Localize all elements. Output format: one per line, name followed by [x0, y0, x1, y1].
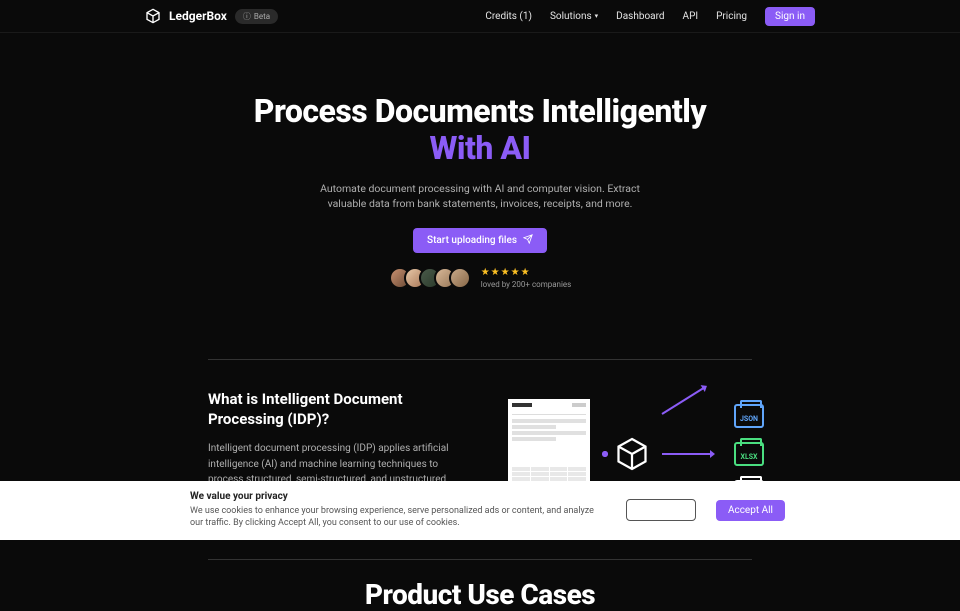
cube-icon	[614, 436, 650, 472]
cookie-reject-button[interactable]	[626, 499, 696, 521]
json-file-icon: JSON	[734, 404, 764, 428]
cookie-title: We value your privacy	[190, 491, 606, 502]
beta-badge: ⓘ Beta	[235, 9, 278, 24]
nav-solutions-label: Solutions	[550, 11, 592, 22]
cube-logo-icon	[145, 8, 161, 24]
nav-credits[interactable]: Credits (1)	[485, 11, 532, 22]
nav-pricing[interactable]: Pricing	[716, 11, 747, 22]
loved-by-text: loved by 200+ companies	[481, 280, 572, 289]
cta-label: Start uploading files	[427, 235, 517, 246]
send-icon	[523, 234, 533, 247]
xlsx-file-icon: XLSX	[734, 442, 764, 466]
rating-wrap: ★★★★★ loved by 200+ companies	[481, 267, 572, 289]
signin-button[interactable]: Sign in	[765, 7, 815, 26]
hero-subtitle: Automate document processing with AI and…	[300, 181, 660, 213]
nav-solutions[interactable]: Solutions ▾	[550, 11, 598, 22]
hero-section: Process Documents Intelligently With AI …	[0, 33, 960, 319]
beta-label: Beta	[254, 12, 270, 21]
hero-title-line1: Process Documents Intelligently	[254, 92, 707, 130]
avatar	[449, 267, 471, 289]
nav-right: Credits (1) Solutions ▾ Dashboard API Pr…	[485, 7, 815, 26]
brand-name: LedgerBox	[169, 9, 227, 23]
avatar-stack	[389, 267, 471, 289]
nav-left: LedgerBox ⓘ Beta	[145, 8, 278, 24]
usecases-title: Product Use Cases	[208, 559, 752, 611]
cookie-text: We value your privacy We use cookies to …	[190, 491, 606, 530]
nav-api[interactable]: API	[683, 11, 699, 22]
hero-title: Process Documents Intelligently With AI	[0, 93, 960, 167]
idp-title: What is Intelligent Document Processing …	[208, 390, 468, 429]
nav-dashboard[interactable]: Dashboard	[616, 11, 664, 22]
cookie-body: We use cookies to enhance your browsing …	[190, 505, 606, 530]
top-nav: LedgerBox ⓘ Beta Credits (1) Solutions ▾…	[0, 0, 960, 33]
cookie-banner: We value your privacy We use cookies to …	[0, 481, 960, 540]
cookie-accept-button[interactable]: Accept All	[716, 500, 785, 521]
hero-title-line2: With AI	[0, 130, 960, 167]
star-icons: ★★★★★	[481, 267, 572, 278]
chevron-down-icon: ▾	[595, 12, 599, 20]
social-proof: ★★★★★ loved by 200+ companies	[0, 267, 960, 289]
info-icon: ⓘ	[243, 11, 251, 22]
start-uploading-button[interactable]: Start uploading files	[413, 228, 547, 253]
